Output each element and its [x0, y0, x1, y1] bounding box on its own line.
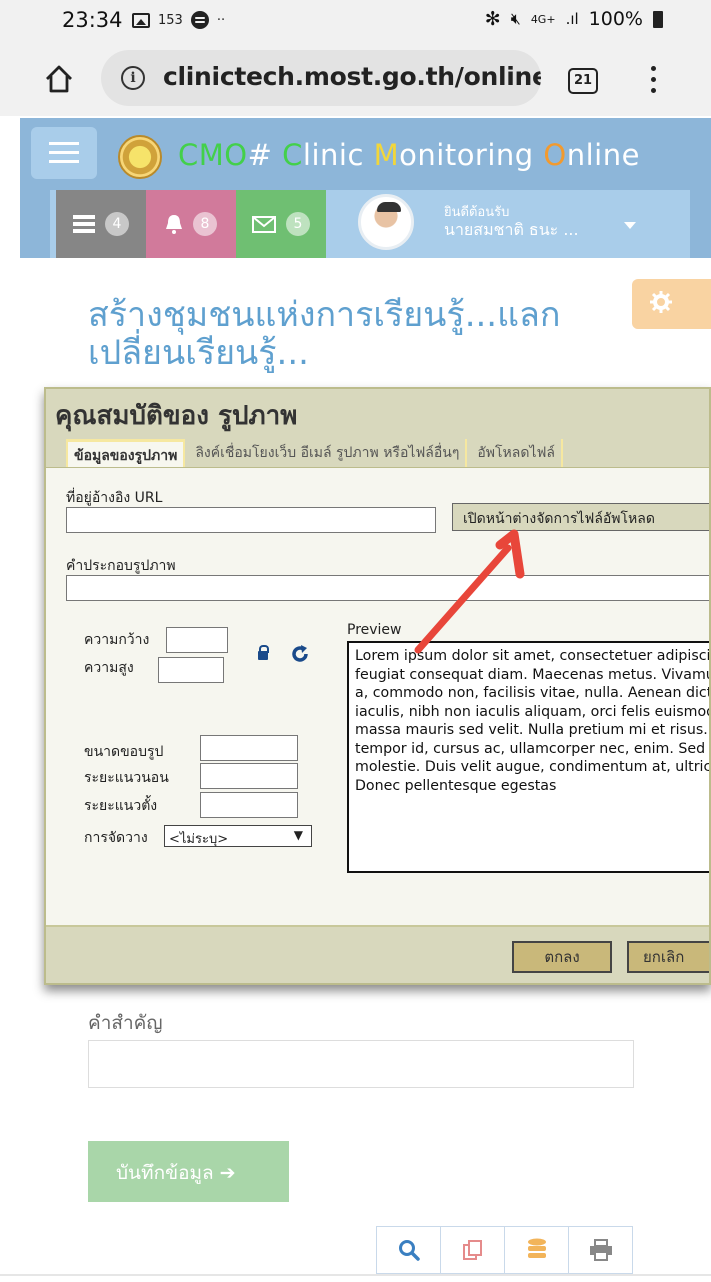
settings-button[interactable]	[632, 279, 711, 329]
height-input[interactable]	[158, 657, 224, 683]
status-time: 23:34	[62, 8, 123, 32]
alerts-button[interactable]: 8	[146, 190, 236, 258]
width-label: ความกว้าง	[84, 632, 150, 648]
tasks-icon	[73, 215, 95, 233]
align-value: <ไม่ระบุ>	[169, 832, 229, 847]
alerts-badge: 8	[193, 212, 217, 236]
browser-toolbar: i clinictech.most.go.th/online 21	[0, 44, 711, 116]
preview-text: Lorem ipsum dolor sit amet, consectetuer…	[355, 648, 711, 794]
url-input[interactable]	[66, 507, 436, 533]
bell-icon	[166, 215, 182, 234]
hspace-input[interactable]	[200, 763, 298, 789]
page-title: สร้างชุมชนแห่งการเรียนรู้...แลกเปลี่ยนเร…	[88, 295, 561, 373]
search-button[interactable]	[376, 1226, 441, 1274]
messages-button[interactable]: 5	[236, 190, 326, 258]
bottom-divider	[0, 1274, 711, 1276]
tabs-icon[interactable]: 21	[568, 68, 598, 94]
tasks-badge: 4	[105, 212, 129, 236]
save-button[interactable]: บันทึกข้อมูล ➔	[88, 1141, 289, 1202]
alt-text-input[interactable]	[66, 575, 709, 601]
tool-row	[376, 1226, 633, 1274]
url-text[interactable]: clinictech.most.go.th/online	[163, 62, 541, 91]
align-select[interactable]: <ไม่ระบุ> ▼	[164, 825, 312, 847]
tab-image-info[interactable]: ข้อมูลของรูปภาพ	[66, 439, 186, 467]
mail-icon	[252, 215, 276, 233]
notification-count: 153	[158, 12, 183, 28]
status-left-icons: 153 ··	[132, 11, 225, 29]
tasks-button[interactable]: 4	[56, 190, 146, 258]
height-label: ความสูง	[84, 660, 134, 676]
preview-box: Lorem ipsum dolor sit amet, consectetuer…	[347, 641, 711, 873]
logo	[118, 135, 162, 179]
dialog-title: คุณสมบัติของ รูปภาพ	[55, 401, 298, 431]
status-right-icons: ✻ 🔇︎ 4G+ .ıl 100%	[485, 8, 663, 30]
keywords-input[interactable]	[88, 1040, 634, 1088]
dialog-tabs: ข้อมูลของรูปภาพ ลิงค์เชื่อมโยงเว็บ อีเมล…	[66, 439, 567, 467]
hamburger-icon[interactable]	[31, 127, 97, 179]
gear-icon	[650, 291, 672, 313]
app-header: CMO# Clinic Monitoring Online 4 8 5 ยินด…	[20, 118, 711, 258]
tab-upload[interactable]: อัพโหลดไฟล์	[471, 439, 563, 467]
gallery-icon	[132, 12, 150, 28]
messages-badge: 5	[286, 212, 310, 236]
app-user-bar: 4 8 5 ยินดีต้อนรับ นายสมชาติ ธนะ ...	[20, 190, 711, 258]
search-icon	[398, 1240, 420, 1261]
preview-label: Preview	[347, 622, 402, 638]
align-label: การจัดวาง	[84, 830, 148, 846]
width-input[interactable]	[166, 627, 228, 653]
signal-icon: .ıl	[565, 10, 579, 28]
home-icon[interactable]	[44, 64, 74, 94]
welcome-text: ยินดีต้อนรับ	[444, 205, 510, 220]
app-top-bar: CMO# Clinic Monitoring Online	[20, 118, 711, 190]
alt-text-label: คำประกอบรูปภาพ	[66, 558, 176, 574]
tab-link[interactable]: ลิงค์เชื่อมโยงเว็บ อีเมล์ รูปภาพ หรือไฟล…	[189, 439, 468, 467]
dropdown-arrow-icon: ▼	[293, 828, 303, 842]
address-bar[interactable]: i clinictech.most.go.th/online	[101, 50, 541, 106]
bluetooth-icon: ✻	[484, 8, 501, 30]
print-button[interactable]	[568, 1226, 633, 1274]
copy-button[interactable]	[440, 1226, 505, 1274]
status-bar: 23:34 153 ·· ✻ 🔇︎ 4G+ .ıl 100%	[0, 0, 711, 44]
vspace-label: ระยะแนวตั้ง	[84, 798, 158, 814]
user-menu[interactable]: ยินดีต้อนรับ นายสมชาติ ธนะ ...	[444, 204, 579, 238]
mute-icon: 🔇︎	[510, 9, 521, 28]
user-name: นายสมชาติ ธนะ ...	[444, 220, 579, 239]
refresh-icon[interactable]	[291, 645, 309, 663]
battery-percent: 100%	[588, 8, 643, 30]
avatar[interactable]	[358, 194, 414, 250]
info-icon[interactable]: i	[121, 66, 145, 90]
database-icon	[527, 1238, 546, 1258]
keywords-label: คำสำคัญ	[88, 1012, 163, 1034]
border-label: ขนาดขอบรูป	[84, 744, 164, 760]
image-properties-dialog: คุณสมบัติของ รูปภาพ ข้อมูลของรูปภาพ ลิงค…	[44, 387, 711, 985]
spotify-icon	[190, 11, 209, 29]
ok-button[interactable]: ตกลง	[512, 941, 612, 973]
battery-icon	[653, 10, 663, 28]
more-notifications-icon: ··	[216, 12, 226, 28]
database-button[interactable]	[504, 1226, 569, 1274]
copy-icon	[462, 1240, 482, 1260]
hspace-label: ระยะแนวนอน	[84, 770, 169, 786]
menu-icon[interactable]	[651, 66, 657, 94]
vspace-input[interactable]	[200, 792, 298, 818]
app-title: CMO# Clinic Monitoring Online	[178, 138, 640, 172]
url-label: ที่อยู่อ้างอิง URL	[66, 490, 163, 506]
print-icon	[589, 1239, 612, 1261]
cancel-button[interactable]: ยกเลิก	[627, 941, 709, 973]
lock-icon[interactable]	[258, 645, 269, 660]
network-label: 4G+	[530, 12, 556, 26]
border-input[interactable]	[200, 735, 298, 761]
browse-server-button[interactable]: เปิดหน้าต่างจัดการไฟล์อัพโหลด	[452, 503, 709, 531]
chevron-down-icon[interactable]	[624, 222, 636, 229]
